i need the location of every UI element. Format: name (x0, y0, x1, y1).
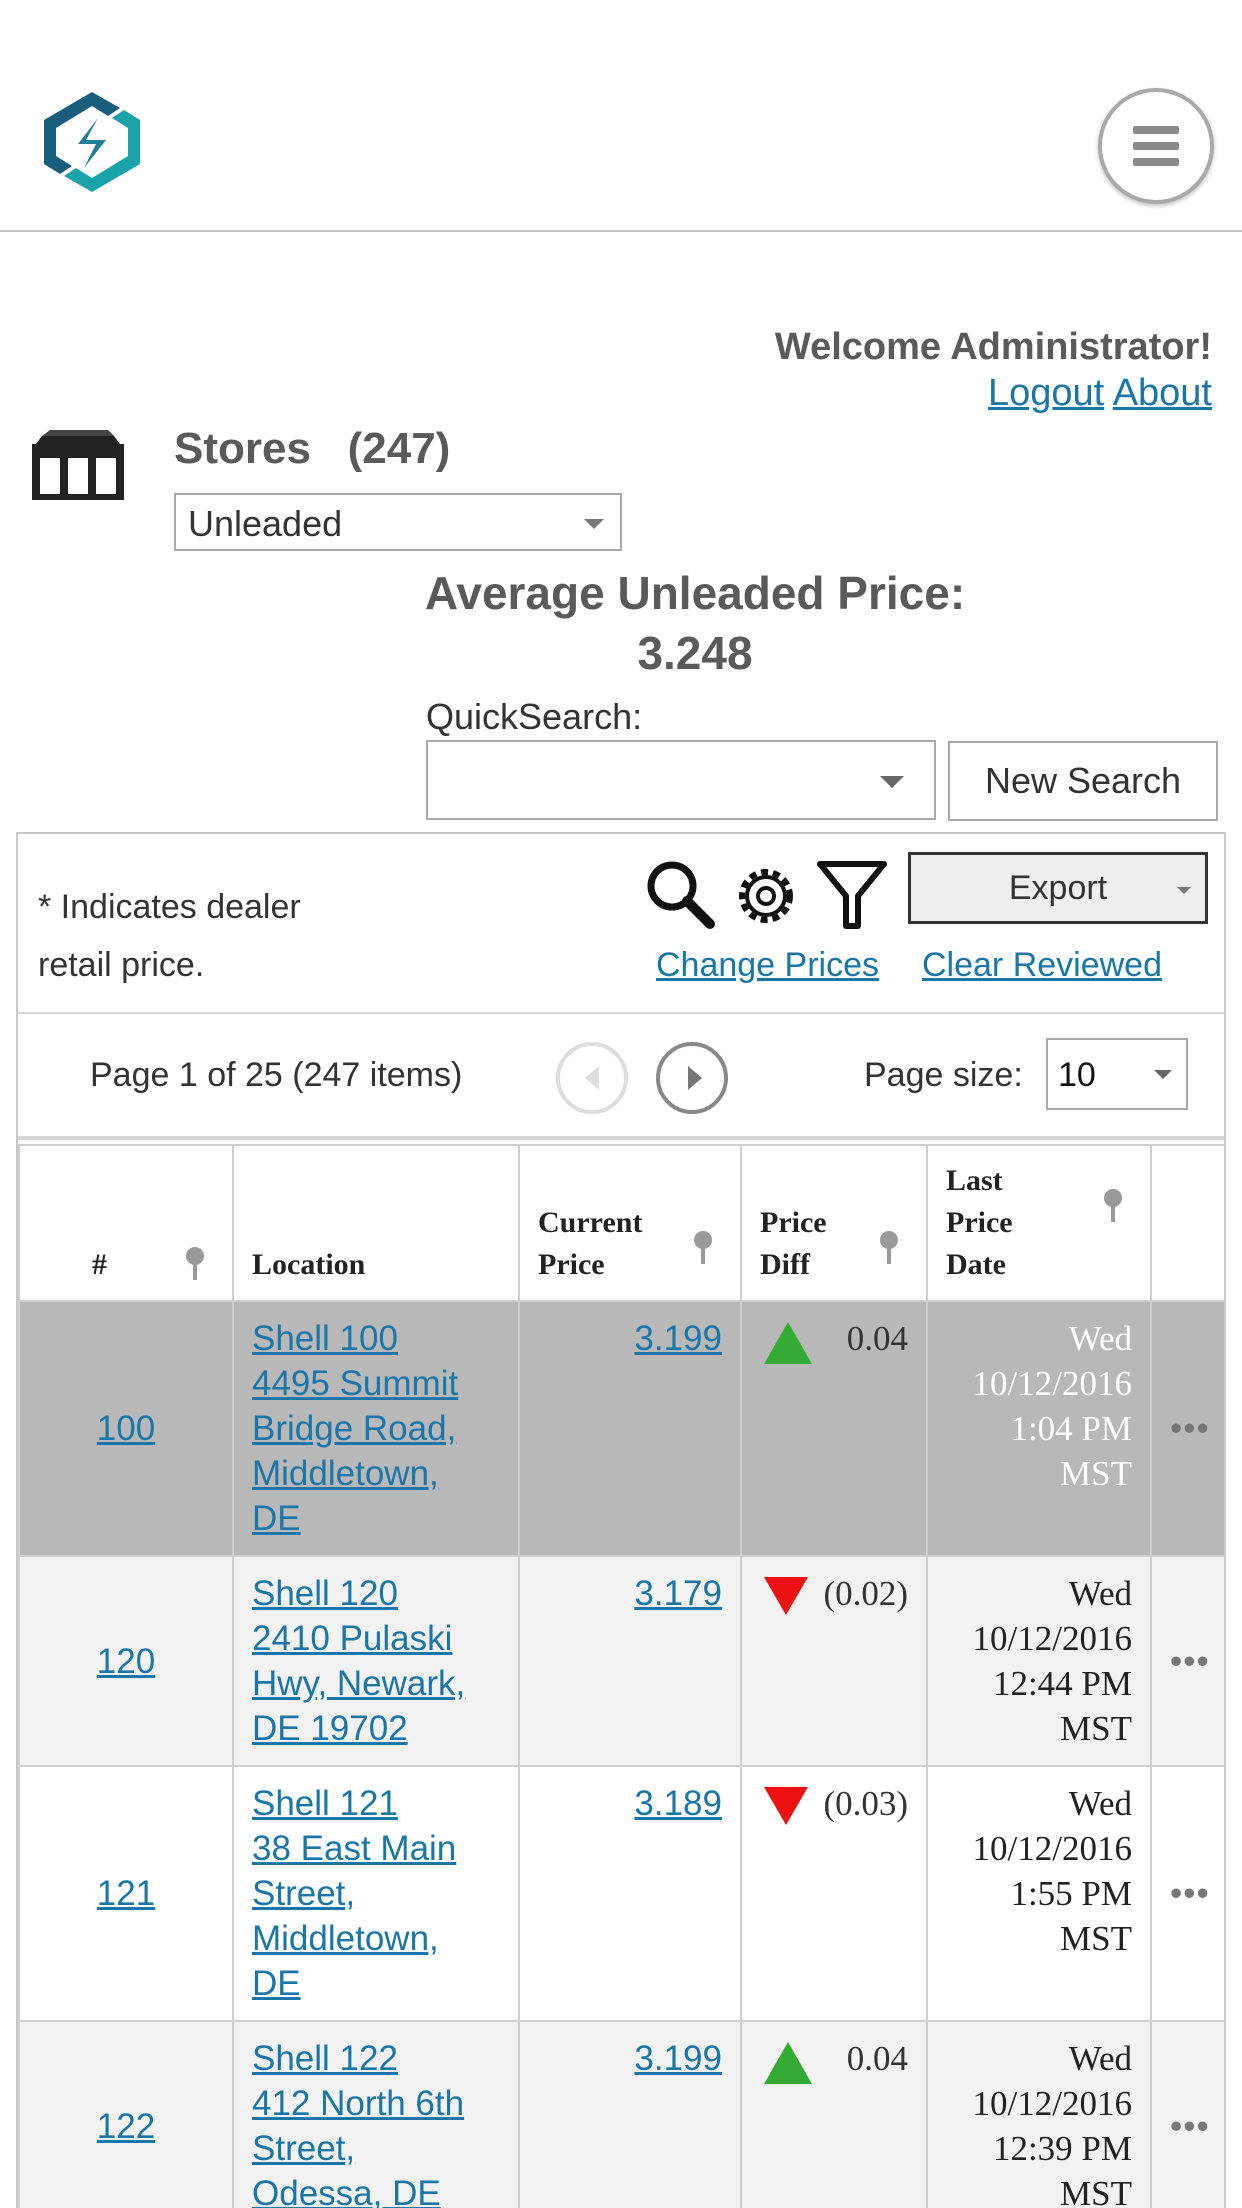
column-header-actions (1150, 1144, 1224, 1302)
page-size-label: Page size: (864, 1056, 1023, 1094)
dealer-note-line2: retail price. (38, 946, 205, 984)
average-price-value: 3.248 (637, 627, 753, 679)
hamburger-menu-icon (1133, 126, 1179, 134)
grid-pager: Page 1 of 25 (247 items) Page size: 10 (18, 1016, 1224, 1140)
fuel-type-select[interactable]: Unleaded (174, 493, 622, 551)
row-actions-button[interactable]: ••• (1150, 1555, 1224, 1767)
chevron-left-icon (585, 1066, 599, 1090)
store-number-link[interactable]: 122 (97, 2107, 155, 2146)
column-header-price-diff[interactable]: Price Diff (740, 1144, 928, 1302)
chevron-right-icon (688, 1066, 702, 1090)
price-diff-value: 0.04 (846, 1319, 908, 1358)
table-row[interactable]: 100 Shell 100 4495 Summit Bridge Road, M… (18, 1300, 1224, 1557)
price-diff-value: (0.02) (823, 1574, 908, 1613)
new-search-button[interactable]: New Search (948, 741, 1218, 821)
chevron-down-icon (584, 519, 604, 529)
page-size-value: 10 (1058, 1056, 1096, 1094)
table-header-row: # Location Current Price Price Diff Last… (18, 1144, 1224, 1302)
stores-title: Stores (247) (174, 424, 451, 473)
clear-reviewed-link[interactable]: Clear Reviewed (922, 946, 1162, 985)
change-prices-link[interactable]: Change Prices (656, 946, 879, 985)
pin-icon[interactable] (182, 1246, 208, 1280)
table-row[interactable]: 120 Shell 120 2410 Pulaski Hwy, Newark, … (18, 1555, 1224, 1767)
column-header-last-price-date[interactable]: Last Price Date (926, 1144, 1152, 1302)
column-header-current-price[interactable]: Current Price (518, 1144, 742, 1302)
logout-link[interactable]: Logout (988, 372, 1104, 414)
stores-grid: * Indicates dealer retail price. Export … (16, 832, 1226, 2208)
dealer-note-line1: * Indicates dealer (38, 888, 301, 926)
brand-logo-icon[interactable] (36, 90, 148, 194)
store-location-link[interactable]: Shell 100 4495 Summit Bridge Road, Middl… (252, 1319, 458, 1538)
arrow-up-icon (764, 1322, 812, 1364)
average-price-label: Average Unleaded Price: (424, 567, 966, 619)
store-location-link[interactable]: Shell 122 412 North 6th Street, Odessa, … (252, 2039, 464, 2208)
quicksearch-label: QuickSearch: (426, 696, 643, 737)
store-number-link[interactable]: 100 (97, 1409, 155, 1448)
row-actions-button[interactable]: ••• (1150, 1765, 1224, 2022)
more-icon: ••• (1170, 1874, 1210, 1913)
table-row[interactable]: 121 Shell 121 38 East Main Street, Middl… (18, 1765, 1224, 2022)
pin-icon[interactable] (690, 1230, 716, 1264)
grid-toolbar: * Indicates dealer retail price. Export … (18, 834, 1224, 1014)
chevron-down-icon (1154, 1070, 1172, 1079)
store-number-link[interactable]: 120 (97, 1642, 155, 1681)
top-navigation-bar (0, 0, 1242, 232)
price-diff-value: (0.03) (823, 1784, 908, 1823)
arrow-down-icon (764, 1577, 808, 1615)
current-price-link[interactable]: 3.199 (634, 2039, 722, 2078)
price-diff-value: 0.04 (846, 2039, 908, 2078)
export-dropdown-button[interactable]: Export (908, 852, 1208, 924)
pager-info: Page 1 of 25 (247 items) (90, 1056, 463, 1094)
chevron-down-icon (1177, 887, 1191, 894)
filter-icon[interactable] (814, 856, 890, 932)
store-icon (32, 430, 124, 500)
user-links: Logout About (988, 372, 1212, 415)
more-icon: ••• (1170, 1409, 1210, 1448)
pin-icon[interactable] (876, 1230, 902, 1264)
quicksearch-select[interactable] (426, 740, 936, 820)
store-number-link[interactable]: 121 (97, 1874, 155, 1913)
table-row[interactable]: 122 Shell 122 412 North 6th Street, Odes… (18, 2020, 1224, 2208)
welcome-message: Welcome Administrator! (774, 326, 1212, 368)
more-icon: ••• (1170, 2106, 1210, 2146)
column-header-number[interactable]: # (18, 1144, 234, 1302)
page-size-select[interactable]: 10 (1046, 1038, 1188, 1110)
current-price-link[interactable]: 3.179 (634, 1574, 722, 1613)
store-location-link[interactable]: Shell 120 2410 Pulaski Hwy, Newark, DE 1… (252, 1574, 465, 1748)
fuel-type-value: Unleaded (188, 503, 343, 544)
more-icon: ••• (1170, 1641, 1210, 1681)
next-page-button[interactable] (656, 1042, 728, 1114)
row-actions-button[interactable]: ••• (1150, 1300, 1224, 1557)
chevron-down-icon (880, 776, 904, 788)
hamburger-menu-button[interactable] (1098, 88, 1214, 204)
current-price-link[interactable]: 3.199 (634, 1319, 722, 1358)
row-actions-button[interactable]: ••• (1150, 2020, 1224, 2208)
arrow-down-icon (764, 1787, 808, 1825)
about-link[interactable]: About (1113, 372, 1212, 414)
previous-page-button[interactable] (556, 1042, 628, 1114)
column-header-location[interactable]: Location (232, 1144, 520, 1302)
magnifier-icon[interactable] (642, 856, 718, 932)
gear-icon[interactable] (728, 858, 804, 934)
store-location-link[interactable]: Shell 121 38 East Main Street, Middletow… (252, 1784, 456, 2003)
arrow-up-icon (764, 2042, 812, 2084)
export-label: Export (1008, 868, 1108, 907)
stores-table: # Location Current Price Price Diff Last… (18, 1144, 1224, 2208)
pin-icon[interactable] (1100, 1188, 1126, 1222)
current-price-link[interactable]: 3.189 (634, 1784, 722, 1823)
